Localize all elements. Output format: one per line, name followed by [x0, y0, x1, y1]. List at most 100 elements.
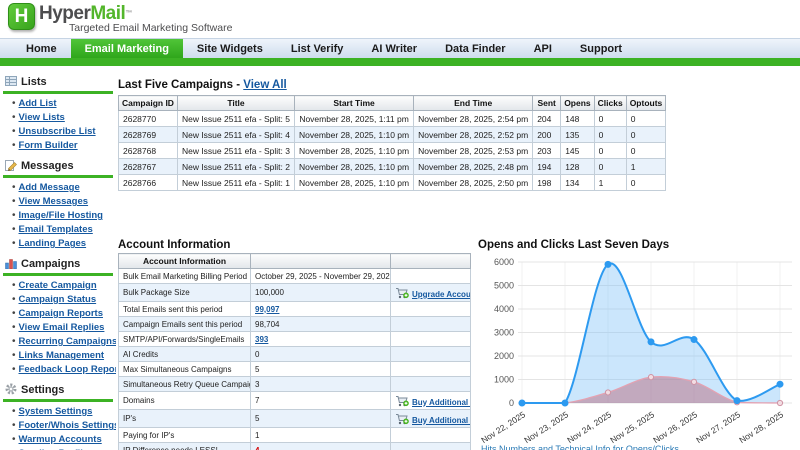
campaign-cell-title: New Issue 2511 efa - Split: 1	[176, 174, 296, 191]
account-value-link[interactable]: 393	[255, 335, 268, 344]
nav-item-home[interactable]: Home	[12, 39, 71, 58]
sidebar-link-add-list[interactable]: Add List	[19, 98, 57, 109]
campaign-cell-opens: 148	[560, 110, 595, 127]
account-label: SMTP/API/Forwards/SingleEmails	[118, 331, 251, 347]
sidebar-link-unsubscribe-list[interactable]: Unsubscribe List	[19, 126, 96, 137]
nav-item-api[interactable]: API	[520, 39, 566, 58]
hypermail-dashboard: H HyperMail™ Targeted Email Marketing So…	[0, 0, 800, 450]
campaign-cell-clicks: 0	[593, 142, 627, 159]
sidebar-link-system-settings[interactable]: System Settings	[19, 406, 93, 417]
campaign-cell-clicks: 0	[593, 158, 627, 175]
nav-item-data-finder[interactable]: Data Finder	[431, 39, 520, 58]
bullet: •	[12, 238, 16, 249]
sidebar-item-links-management: • Links Management	[12, 349, 116, 363]
sidebar-link-recurring-campaigns[interactable]: Recurring Campaigns	[19, 336, 116, 347]
account-info-heading: Account Information	[118, 239, 231, 251]
nav-item-list-verify[interactable]: List Verify	[277, 39, 358, 58]
campaign-cell-optouts: 1	[625, 158, 667, 175]
nav-item-email-marketing[interactable]: Email Marketing	[70, 39, 183, 58]
campaign-row: 2628769 New Issue 2511 efa - Split: 4 Nove…	[118, 126, 667, 143]
sidebar-link-feedback-loop-reports[interactable]: Feedback Loop Reports	[19, 364, 116, 375]
account-value-link[interactable]: 99,097	[255, 305, 279, 314]
bullet: •	[12, 140, 16, 151]
section-underline	[3, 91, 113, 94]
sidebar-section-title-messages: Messages	[0, 159, 116, 173]
svg-text:Nov 28, 2025: Nov 28, 2025	[737, 409, 785, 445]
campaign-cell-sent: 203	[532, 142, 562, 159]
brand-name: HyperMail™	[39, 3, 132, 24]
account-header-spacer	[250, 253, 391, 269]
account-row-bulk-package-size: Bulk Package Size 100,000 Upgrade Account	[118, 283, 471, 302]
account-value: 98,704	[250, 316, 391, 332]
account-value: 100,000	[250, 283, 391, 302]
account-value-text: 1	[255, 430, 260, 440]
campaign-row: 2628768 New Issue 2511 efa - Split: 3 Nove…	[118, 142, 667, 159]
account-value: 7	[250, 391, 391, 410]
bullet: •	[12, 322, 16, 333]
sidebar-section-title-lists: Lists	[0, 75, 116, 89]
account-table-header: Account Information	[118, 253, 251, 269]
sidebar-item-email-templates: • Email Templates	[12, 223, 116, 237]
svg-text:4000: 4000	[494, 304, 514, 314]
nav-item-support[interactable]: Support	[566, 39, 636, 58]
sidebar-link-view-lists[interactable]: View Lists	[19, 112, 65, 123]
campaign-cell-end-time: November 28, 2025, 2:54 pm	[413, 110, 534, 127]
sidebar-link-form-builder[interactable]: Form Builder	[19, 140, 78, 151]
campaign-cell-sent: 200	[532, 126, 562, 143]
view-all-link[interactable]: View All	[243, 79, 286, 91]
account-row-max-simultaneous-campaigns: Max Simultaneous Campaigns 5	[118, 361, 471, 377]
account-value: 1	[250, 427, 391, 443]
buy-additional-ip-s-link[interactable]: Buy Additional IP's	[412, 416, 470, 425]
campaign-cell-start-time: November 28, 2025, 1:10 pm	[293, 142, 415, 159]
sidebar-link-campaign-reports[interactable]: Campaign Reports	[19, 308, 103, 319]
campaign-cell-end-time: November 28, 2025, 2:50 pm	[413, 174, 534, 191]
bullet: •	[12, 364, 16, 375]
sidebar-link-add-message[interactable]: Add Message	[19, 182, 80, 193]
sidebar-item-add-message: • Add Message	[12, 181, 116, 195]
account-row-simultaneous-retry-queue-campaigns: Simultaneous Retry Queue Campaigns 3	[118, 376, 471, 392]
campaign-cell-title: New Issue 2511 efa - Split: 3	[176, 142, 296, 159]
account-row-total-emails-sent-this-period: Total Emails sent this period 99,097	[118, 301, 471, 317]
campaign-cell-sent: 198	[532, 174, 562, 191]
sidebar-link-footer-whois-settings[interactable]: Footer/Whois Settings	[19, 420, 116, 431]
green-divider-bar	[0, 58, 800, 66]
column-header-clicks: Clicks	[593, 95, 627, 111]
campaign-row: 2628767 New Issue 2511 efa - Split: 2 Nove…	[118, 158, 667, 175]
chart-footer-link[interactable]: Hits Numbers and Technical Info for Open…	[481, 444, 679, 450]
buy-additional-domains-link[interactable]: Buy Additional Domains	[412, 398, 470, 407]
sidebar-link-image-file-hosting[interactable]: Image/File Hosting	[19, 210, 103, 221]
account-action	[390, 268, 471, 284]
account-row-ip-difference-needs-less: IP Difference needs LESS! 4	[118, 442, 471, 450]
last-five-campaigns-table: Campaign ID Title Start Time End Time Sent Op…	[118, 95, 667, 191]
account-row-ai-credits: AI Credits 0	[118, 346, 471, 362]
sidebar-link-create-campaign[interactable]: Create Campaign	[19, 280, 97, 291]
nav-item-site-widgets[interactable]: Site Widgets	[183, 39, 277, 58]
sidebar-link-view-email-replies[interactable]: View Email Replies	[19, 322, 105, 333]
account-value-text: 3	[255, 379, 260, 389]
sidebar-link-email-templates[interactable]: Email Templates	[19, 224, 93, 235]
sidebar-item-warmup-accounts: • Warmup Accounts	[12, 433, 116, 447]
bullet: •	[12, 196, 16, 207]
account-value-text: 0	[255, 349, 260, 359]
section-underline	[3, 175, 113, 178]
account-action	[390, 346, 471, 362]
gear-icon	[5, 383, 17, 398]
account-label: IP Difference needs LESS!	[118, 442, 251, 450]
sidebar-link-warmup-accounts[interactable]: Warmup Accounts	[19, 434, 102, 445]
hypermail-logo[interactable]: H HyperMail™ Targeted Email Marketing So…	[8, 3, 232, 34]
upgrade-account-link[interactable]: Upgrade Account	[412, 290, 470, 299]
campaign-cell-clicks: 0	[593, 126, 627, 143]
cart-plus-icon	[395, 395, 412, 407]
campaign-cell-opens: 145	[560, 142, 595, 159]
sidebar-link-view-messages[interactable]: View Messages	[19, 196, 89, 207]
sidebar-link-links-management[interactable]: Links Management	[19, 350, 105, 361]
account-row-bulk-email-marketing-billing-period: Bulk Email Marketing Billing Period Octob…	[118, 268, 471, 284]
account-row-paying-for-ip-s: Paying for IP's 1	[118, 427, 471, 443]
bullet: •	[12, 112, 16, 123]
campaign-cell-end-time: November 28, 2025, 2:52 pm	[413, 126, 534, 143]
sidebar-link-campaign-status[interactable]: Campaign Status	[19, 294, 97, 305]
sidebar-link-landing-pages[interactable]: Landing Pages	[19, 238, 87, 249]
nav-item-ai-writer[interactable]: AI Writer	[357, 39, 431, 58]
sidebar-item-landing-pages: • Landing Pages	[12, 237, 116, 251]
app-header: H HyperMail™ Targeted Email Marketing So…	[0, 0, 800, 38]
